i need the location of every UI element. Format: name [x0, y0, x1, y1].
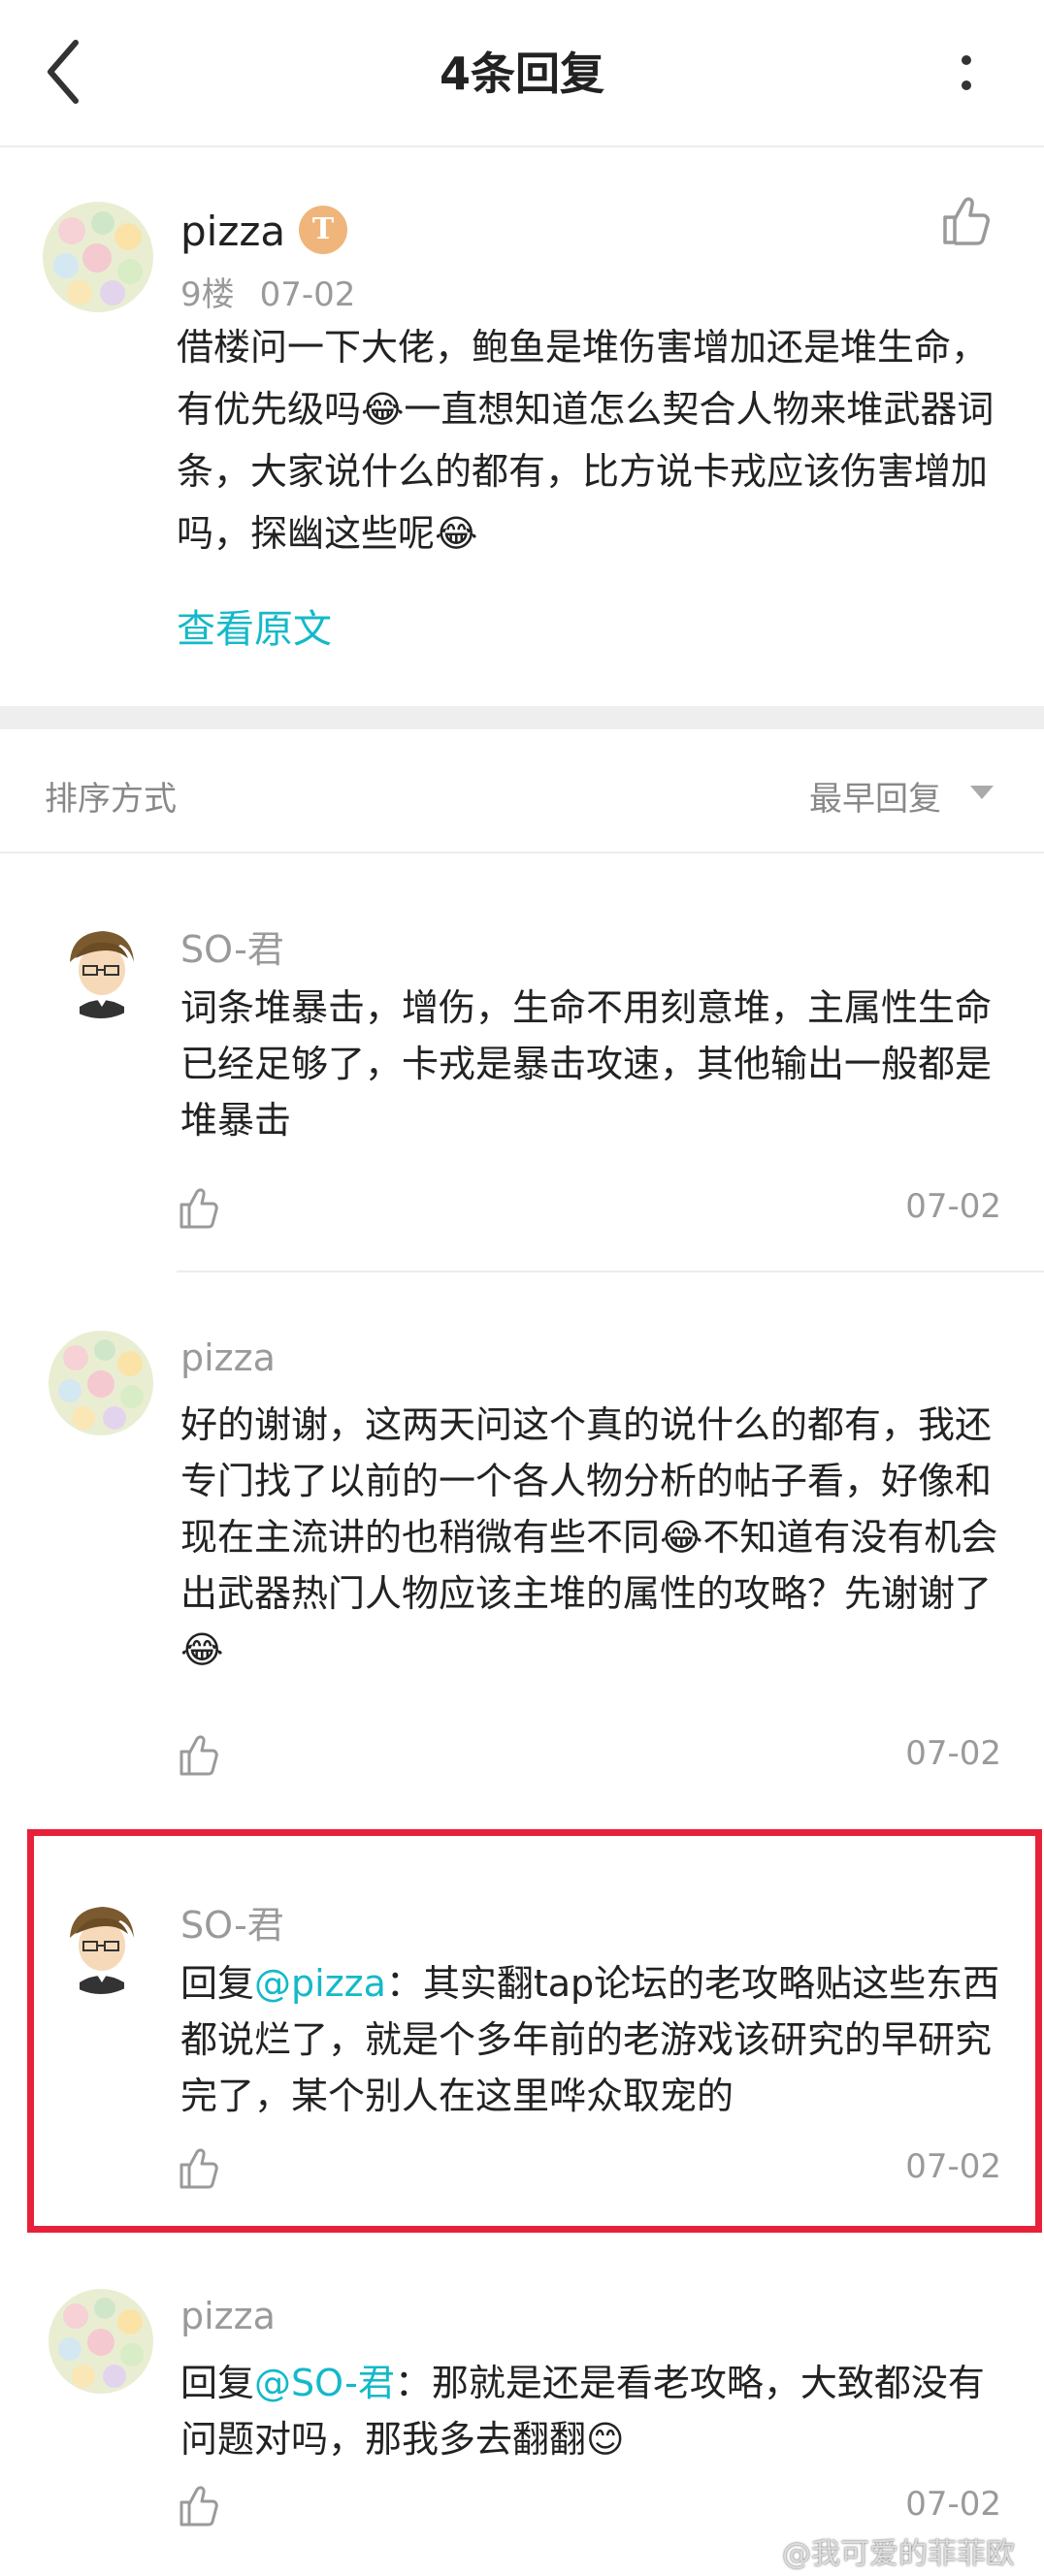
reply-date: 07-02 — [905, 1734, 1001, 1773]
reply-author[interactable]: SO-君 — [180, 919, 284, 973]
thumbs-up-icon[interactable] — [179, 1185, 219, 1230]
reply-prefix: 回复 — [180, 2362, 255, 2404]
avatar[interactable] — [49, 1331, 153, 1435]
top-bar: 4条回复 — [0, 0, 1044, 147]
reply-item: pizza 好的谢谢，这两天问这个真的说什么的都有，我还专门找了以前的一个各人物… — [0, 1272, 1044, 1823]
caret-down-icon[interactable] — [968, 784, 995, 801]
reply-text: 回复@SO-君：那就是还是看老攻略，大致都没有问题对吗，那我多去翻翻😊 — [180, 2355, 1005, 2467]
reply-date: 07-02 — [905, 2485, 1001, 2524]
avatar-image — [49, 2289, 153, 2394]
reply-author[interactable]: pizza — [180, 2295, 276, 2337]
reply-author[interactable]: pizza — [180, 1336, 276, 1379]
author-name[interactable]: pizza — [180, 208, 285, 255]
sort-label: 排序方式 — [45, 780, 177, 819]
sort-bar: 排序方式 最早回复 — [0, 729, 1044, 853]
like-button[interactable] — [941, 194, 990, 246]
more-vertical-icon — [962, 55, 971, 90]
thumbs-up-icon — [943, 197, 990, 245]
original-comment: pizza T 9楼 07-02 借楼问一下大佬，鲍鱼是堆伤害增加还是堆生命，有优… — [0, 149, 1044, 706]
watermark: @我可爱的菲菲欧 — [782, 2537, 1015, 2571]
mention-link[interactable]: @SO-君 — [254, 2362, 395, 2404]
floor-number: 9楼 — [180, 275, 235, 314]
post-date: 07-02 — [259, 275, 356, 314]
comment-text: 借楼问一下大佬，鲍鱼是堆伤害增加还是堆生命，有优先级吗😂一直想知道怎么契合人物来… — [177, 326, 995, 555]
avatar-image — [43, 202, 153, 312]
avatar-image — [49, 914, 153, 1018]
view-original-link[interactable]: 查看原文 — [177, 597, 332, 654]
avatar[interactable] — [49, 914, 153, 1018]
page-title: 4条回复 — [439, 48, 604, 100]
avatar[interactable] — [43, 202, 153, 312]
thumbs-up-icon[interactable] — [179, 2483, 219, 2528]
sort-dropdown[interactable]: 最早回复 — [809, 772, 941, 820]
avatar[interactable] — [49, 2289, 153, 2394]
more-button[interactable] — [947, 39, 986, 107]
avatar-image — [49, 1331, 153, 1435]
section-separator — [0, 706, 1044, 729]
user-level-badge: T — [299, 206, 347, 254]
reply-date: 07-02 — [905, 1187, 1001, 1226]
reply-item: SO-君 词条堆暴击，增伤，生命不用刻意堆，主属性生命已经足够了，卡戎是暴击攻速… — [0, 855, 1044, 1272]
highlight-annotation-box — [27, 1829, 1042, 2233]
reply-item: pizza 回复@SO-君：那就是还是看老攻略，大致都没有问题对吗，那我多去翻翻… — [0, 2231, 1044, 2576]
reply-text: 好的谢谢，这两天问这个真的说什么的都有，我还专门找了以前的一个各人物分析的帖子看… — [180, 1403, 998, 1671]
reply-text: 词条堆暴击，增伤，生命不用刻意堆，主属性生命已经足够了，卡戎是暴击攻速，其他输出… — [180, 986, 993, 1142]
thumbs-up-icon[interactable] — [179, 1732, 219, 1777]
post-meta: 9楼 07-02 — [180, 268, 355, 315]
comment-thread-page: 4条回复 pizza T 9楼 07-02 借楼问一下大佬，鲍鱼是堆伤害增加还是… — [0, 0, 1044, 2576]
